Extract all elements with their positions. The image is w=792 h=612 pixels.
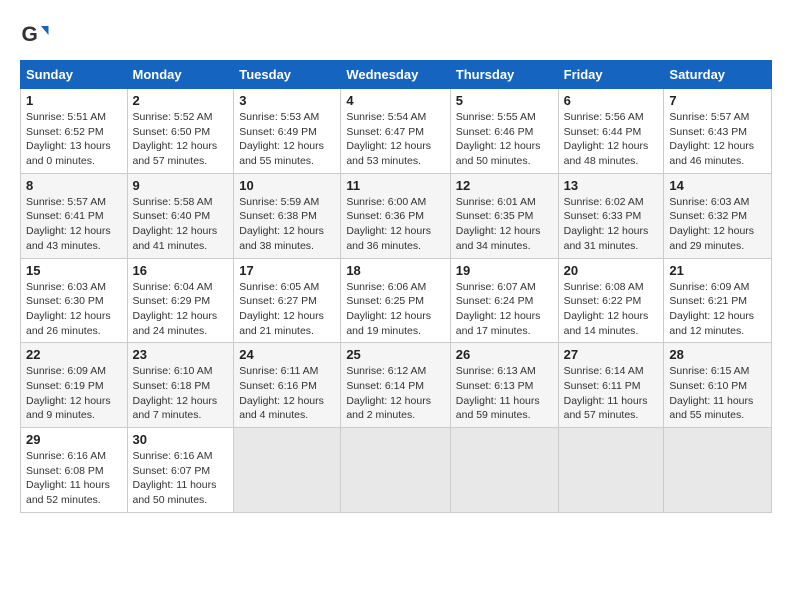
day-number: 10 [239, 178, 335, 193]
header-row: SundayMondayTuesdayWednesdayThursdayFrid… [21, 61, 772, 89]
calendar-cell: 18Sunrise: 6:06 AMSunset: 6:25 PMDayligh… [341, 258, 450, 343]
calendar-cell [450, 428, 558, 513]
day-number: 9 [133, 178, 229, 193]
day-header-saturday: Saturday [664, 61, 772, 89]
calendar-cell: 8Sunrise: 5:57 AMSunset: 6:41 PMDaylight… [21, 173, 128, 258]
calendar-cell [664, 428, 772, 513]
calendar-cell: 7Sunrise: 5:57 AMSunset: 6:43 PMDaylight… [664, 89, 772, 174]
day-number: 21 [669, 263, 766, 278]
calendar-cell: 20Sunrise: 6:08 AMSunset: 6:22 PMDayligh… [558, 258, 664, 343]
day-header-friday: Friday [558, 61, 664, 89]
calendar-cell: 28Sunrise: 6:15 AMSunset: 6:10 PMDayligh… [664, 343, 772, 428]
calendar-week-4: 22Sunrise: 6:09 AMSunset: 6:19 PMDayligh… [21, 343, 772, 428]
page-header: G [20, 20, 772, 50]
day-number: 6 [564, 93, 659, 108]
day-number: 18 [346, 263, 444, 278]
day-number: 5 [456, 93, 553, 108]
day-header-tuesday: Tuesday [234, 61, 341, 89]
calendar-cell: 22Sunrise: 6:09 AMSunset: 6:19 PMDayligh… [21, 343, 128, 428]
calendar-cell: 4Sunrise: 5:54 AMSunset: 6:47 PMDaylight… [341, 89, 450, 174]
calendar-cell [558, 428, 664, 513]
day-number: 22 [26, 347, 122, 362]
logo: G [20, 20, 54, 50]
calendar-cell [341, 428, 450, 513]
calendar-cell: 29Sunrise: 6:16 AMSunset: 6:08 PMDayligh… [21, 428, 128, 513]
day-number: 14 [669, 178, 766, 193]
calendar-cell: 2Sunrise: 5:52 AMSunset: 6:50 PMDaylight… [127, 89, 234, 174]
calendar-cell: 16Sunrise: 6:04 AMSunset: 6:29 PMDayligh… [127, 258, 234, 343]
calendar-cell: 25Sunrise: 6:12 AMSunset: 6:14 PMDayligh… [341, 343, 450, 428]
day-number: 11 [346, 178, 444, 193]
calendar-cell: 21Sunrise: 6:09 AMSunset: 6:21 PMDayligh… [664, 258, 772, 343]
calendar-week-1: 1Sunrise: 5:51 AMSunset: 6:52 PMDaylight… [21, 89, 772, 174]
day-number: 28 [669, 347, 766, 362]
day-number: 2 [133, 93, 229, 108]
day-number: 15 [26, 263, 122, 278]
calendar-cell: 1Sunrise: 5:51 AMSunset: 6:52 PMDaylight… [21, 89, 128, 174]
day-number: 12 [456, 178, 553, 193]
day-number: 25 [346, 347, 444, 362]
calendar-week-3: 15Sunrise: 6:03 AMSunset: 6:30 PMDayligh… [21, 258, 772, 343]
calendar-table: SundayMondayTuesdayWednesdayThursdayFrid… [20, 60, 772, 513]
calendar-cell: 17Sunrise: 6:05 AMSunset: 6:27 PMDayligh… [234, 258, 341, 343]
calendar-week-5: 29Sunrise: 6:16 AMSunset: 6:08 PMDayligh… [21, 428, 772, 513]
day-header-monday: Monday [127, 61, 234, 89]
day-number: 13 [564, 178, 659, 193]
calendar-week-2: 8Sunrise: 5:57 AMSunset: 6:41 PMDaylight… [21, 173, 772, 258]
day-number: 20 [564, 263, 659, 278]
day-number: 23 [133, 347, 229, 362]
calendar-cell: 24Sunrise: 6:11 AMSunset: 6:16 PMDayligh… [234, 343, 341, 428]
day-number: 7 [669, 93, 766, 108]
logo-icon: G [20, 20, 50, 50]
day-header-thursday: Thursday [450, 61, 558, 89]
day-number: 8 [26, 178, 122, 193]
day-number: 17 [239, 263, 335, 278]
day-number: 1 [26, 93, 122, 108]
calendar-cell: 5Sunrise: 5:55 AMSunset: 6:46 PMDaylight… [450, 89, 558, 174]
day-number: 16 [133, 263, 229, 278]
calendar-cell: 26Sunrise: 6:13 AMSunset: 6:13 PMDayligh… [450, 343, 558, 428]
calendar-cell: 27Sunrise: 6:14 AMSunset: 6:11 PMDayligh… [558, 343, 664, 428]
day-number: 4 [346, 93, 444, 108]
calendar-cell: 19Sunrise: 6:07 AMSunset: 6:24 PMDayligh… [450, 258, 558, 343]
calendar-cell: 23Sunrise: 6:10 AMSunset: 6:18 PMDayligh… [127, 343, 234, 428]
calendar-cell [234, 428, 341, 513]
day-number: 29 [26, 432, 122, 447]
calendar-cell: 12Sunrise: 6:01 AMSunset: 6:35 PMDayligh… [450, 173, 558, 258]
day-header-wednesday: Wednesday [341, 61, 450, 89]
day-header-sunday: Sunday [21, 61, 128, 89]
day-number: 30 [133, 432, 229, 447]
svg-text:G: G [22, 23, 38, 46]
day-number: 19 [456, 263, 553, 278]
calendar-cell: 10Sunrise: 5:59 AMSunset: 6:38 PMDayligh… [234, 173, 341, 258]
day-number: 27 [564, 347, 659, 362]
calendar-cell: 14Sunrise: 6:03 AMSunset: 6:32 PMDayligh… [664, 173, 772, 258]
calendar-cell: 15Sunrise: 6:03 AMSunset: 6:30 PMDayligh… [21, 258, 128, 343]
day-number: 24 [239, 347, 335, 362]
day-number: 3 [239, 93, 335, 108]
calendar-cell: 6Sunrise: 5:56 AMSunset: 6:44 PMDaylight… [558, 89, 664, 174]
calendar-cell: 11Sunrise: 6:00 AMSunset: 6:36 PMDayligh… [341, 173, 450, 258]
calendar-cell: 13Sunrise: 6:02 AMSunset: 6:33 PMDayligh… [558, 173, 664, 258]
calendar-cell: 3Sunrise: 5:53 AMSunset: 6:49 PMDaylight… [234, 89, 341, 174]
calendar-cell: 9Sunrise: 5:58 AMSunset: 6:40 PMDaylight… [127, 173, 234, 258]
day-number: 26 [456, 347, 553, 362]
calendar-cell: 30Sunrise: 6:16 AMSunset: 6:07 PMDayligh… [127, 428, 234, 513]
